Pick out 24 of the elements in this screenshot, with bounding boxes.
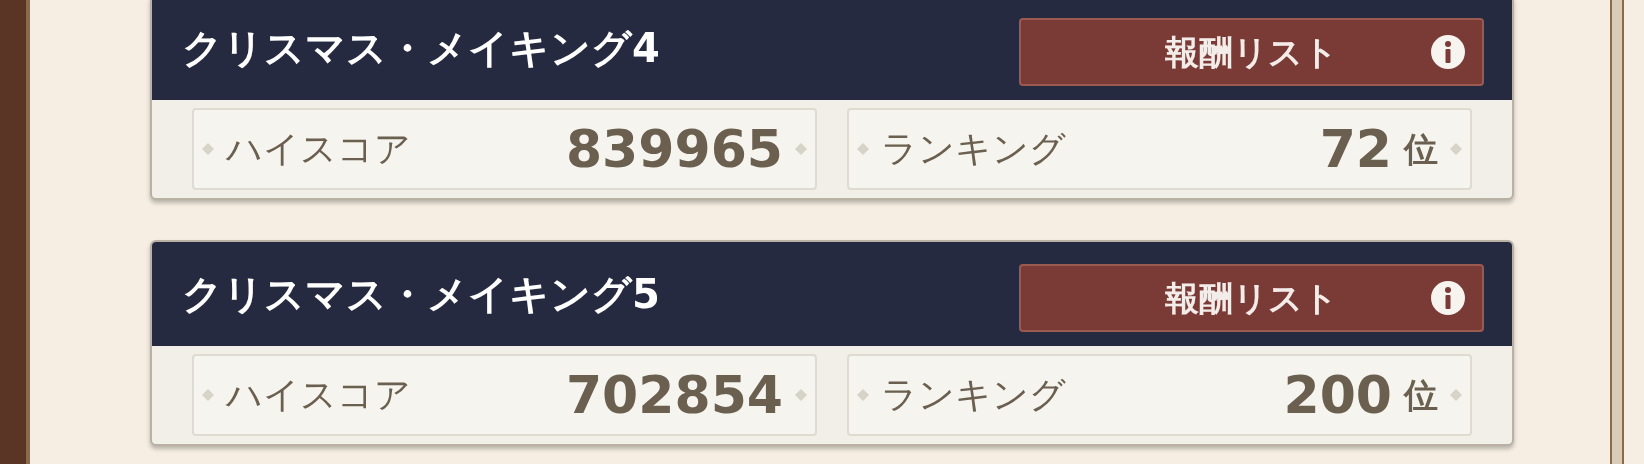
diamond-icon	[795, 389, 807, 401]
reward-list-button[interactable]: 報酬リスト	[1019, 18, 1484, 86]
rank-value: 72	[1319, 118, 1392, 181]
diamond-icon	[202, 389, 214, 401]
rank-value: 200	[1283, 364, 1392, 427]
high-score-value: 702854	[565, 364, 783, 427]
info-icon	[1430, 280, 1466, 316]
diamond-icon	[857, 389, 869, 401]
event-title: クリスマス・メイキング5	[182, 270, 660, 319]
reward-list-button[interactable]: 報酬リスト	[1019, 264, 1484, 332]
diamond-icon	[857, 143, 869, 155]
diamond-icon	[1450, 143, 1462, 155]
stat-label: ハイスコア	[226, 373, 411, 417]
stat-label: ハイスコア	[226, 127, 411, 171]
diamond-icon	[1450, 389, 1462, 401]
diamond-icon	[202, 143, 214, 155]
rank-unit: 位	[1404, 127, 1438, 171]
info-icon	[1430, 34, 1466, 70]
stat-label: ランキング	[881, 373, 1066, 417]
rank-unit: 位	[1404, 373, 1438, 417]
high-score-value: 839965	[565, 118, 783, 181]
event-title: クリスマス・メイキング4	[182, 24, 660, 73]
diamond-icon	[795, 143, 807, 155]
stat-label: ランキング	[881, 127, 1066, 171]
